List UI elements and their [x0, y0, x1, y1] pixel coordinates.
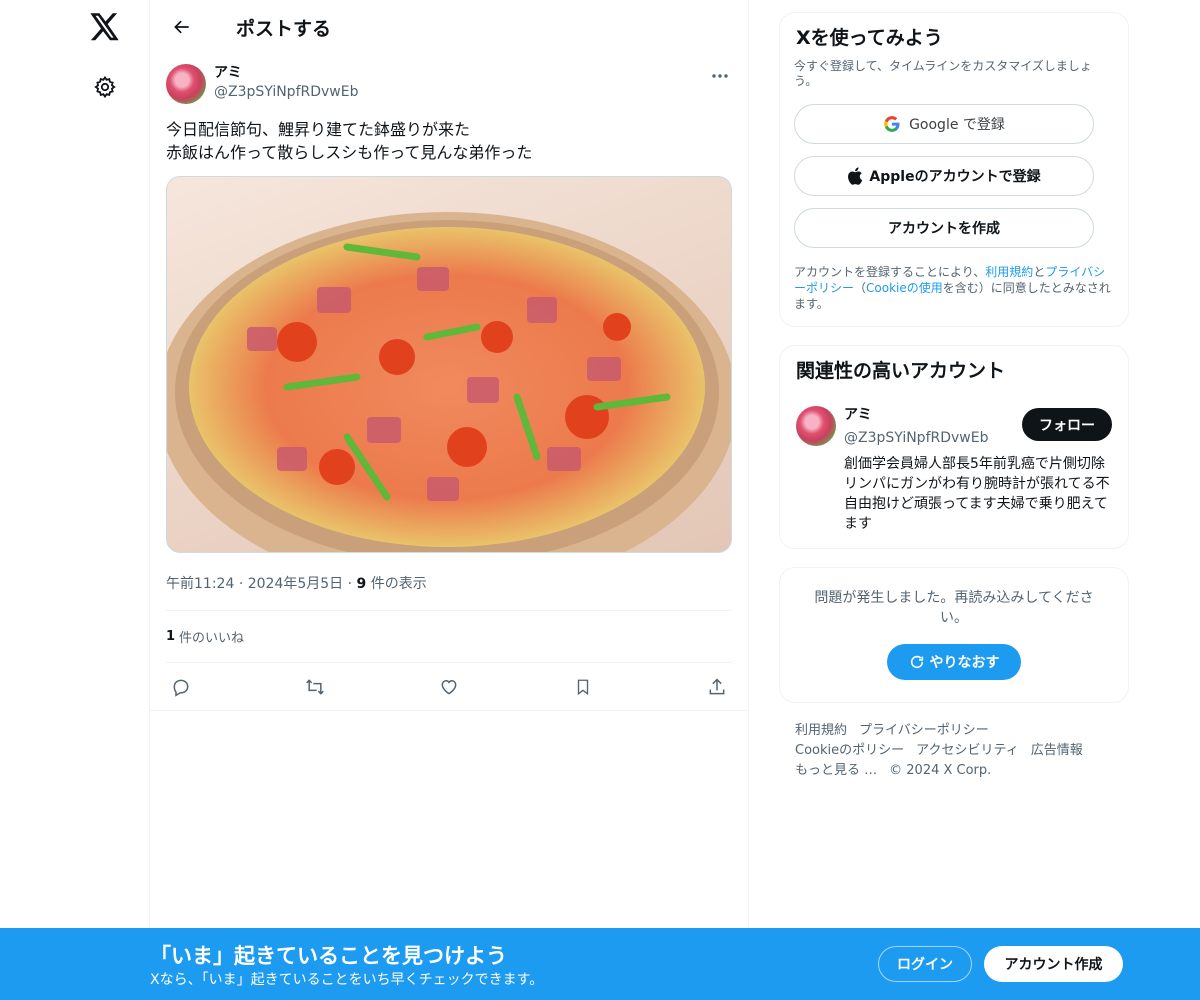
apple-icon	[848, 167, 863, 185]
share-icon[interactable]	[706, 676, 728, 698]
related-account-bio: 創価学会員婦人部長5年前乳癌で片側切除リンパにガンがわ有り腕時計が張れてる不自由…	[844, 456, 1110, 532]
footer-terms-link[interactable]: 利用規約	[795, 723, 847, 738]
legal-text: アカウントを登録することにより、利用規約とプライバシーポリシー（Cookieの使…	[794, 264, 1114, 312]
post: アミ @Z3pSYiNpfRDvwEb 今日配信節句、鯉昇り建てた鉢盛りが来た …	[150, 54, 748, 711]
likes-label: 件のいいね	[179, 631, 245, 646]
google-signup-label: Google で登録	[909, 117, 1005, 133]
avatar[interactable]	[796, 406, 836, 446]
signup-banner: 「いま」起きていることを見つけよう Xなら、「いま」起きていることをいち早くチェ…	[0, 928, 1200, 1000]
more-icon[interactable]	[708, 66, 732, 86]
login-button[interactable]: ログイン	[878, 946, 972, 982]
post-date[interactable]: 2024年5月5日	[248, 576, 343, 592]
signup-subtitle: 今すぐ登録して、タイムラインをカスタマイズしましょう。	[794, 59, 1092, 88]
footer-links: 利用規約 プライバシーポリシー Cookieのポリシー アクセシビリティ 広告情報 も…	[779, 721, 1129, 781]
copyright: © 2024 X Corp.	[889, 763, 992, 778]
related-account[interactable]: アミ @Z3pSYiNpfRDvwEb 創価学会員婦人部長5年前乳癌で片側切除リ…	[794, 406, 1114, 534]
banner-title: 「いま」起きていることを見つけよう	[150, 944, 507, 968]
footer-cookie-link[interactable]: Cookieのポリシー	[795, 743, 904, 758]
footer-more-link[interactable]: もっと見る …	[795, 763, 877, 778]
reply-icon[interactable]	[170, 676, 192, 698]
post-text: 今日配信節句、鯉昇り建てた鉢盛りが来た 赤飯はん作って散らしスシも作って見んな弟…	[166, 120, 533, 162]
follow-button[interactable]: フォロー	[1022, 408, 1112, 441]
likes-row[interactable]: 1 件のいいね	[166, 611, 732, 663]
error-card: 問題が発生しました。再読み込みしてください。 やりなおす	[779, 567, 1129, 703]
likes-count: 1	[166, 629, 176, 644]
apple-signup-label: Appleのアカウントで登録	[869, 169, 1041, 185]
meta-separator: ·	[347, 576, 353, 592]
related-accounts-card: 関連性の高いアカウント アミ @Z3pSYiNpfRDvwEb 創価学会員婦人部…	[779, 345, 1129, 549]
meta-separator: ·	[238, 576, 244, 592]
post-time[interactable]: 午前11:24	[166, 576, 234, 592]
views-count: 9	[356, 576, 367, 592]
post-image[interactable]	[166, 176, 732, 553]
bookmark-icon[interactable]	[572, 676, 594, 698]
related-title: 関連性の高いアカウント	[796, 360, 1006, 382]
main-column: ポストする アミ @Z3pSYiNpfRDvwEb 今日配信節句、鯉昇り建てた鉢…	[150, 0, 749, 1000]
legal-text-part: アカウントを登録することにより、	[794, 265, 986, 279]
footer-privacy-link[interactable]: プライバシーポリシー	[859, 723, 989, 738]
create-account-label: アカウントを作成	[888, 221, 1000, 237]
post-author: アミ @Z3pSYiNpfRDvwEb	[166, 64, 732, 110]
error-message: 問題が発生しました。再読み込みしてください。	[814, 590, 1094, 626]
google-signup-button[interactable]: Google で登録	[794, 104, 1094, 144]
repost-icon[interactable]	[304, 676, 326, 698]
banner-signup-button[interactable]: アカウント作成	[984, 946, 1123, 982]
signup-title: Xを使ってみよう	[796, 27, 943, 49]
page: ポストする アミ @Z3pSYiNpfRDvwEb 今日配信節句、鯉昇り建てた鉢…	[0, 0, 1200, 1000]
retry-button[interactable]: やりなおす	[887, 644, 1021, 680]
post-actions	[150, 663, 748, 711]
cookie-link[interactable]: Cookieの使用	[866, 281, 943, 295]
footer-accessibility-link[interactable]: アクセシビリティ	[916, 743, 1019, 758]
avatar[interactable]	[166, 64, 206, 104]
left-nav	[0, 0, 150, 1000]
signup-card: Xを使ってみよう 今すぐ登録して、タイムラインをカスタマイズしましょう。 Goo…	[779, 12, 1129, 327]
views-label: 件の表示	[370, 576, 427, 592]
like-icon[interactable]	[438, 676, 460, 698]
create-account-button[interactable]: アカウントを作成	[794, 208, 1094, 248]
terms-link[interactable]: 利用規約	[985, 265, 1033, 279]
legal-text-part: と	[1033, 265, 1046, 279]
gear-icon[interactable]	[90, 72, 120, 102]
back-arrow-icon[interactable]	[164, 9, 200, 45]
footer-ads-link[interactable]: 広告情報	[1031, 743, 1083, 758]
author-name[interactable]: アミ	[214, 64, 358, 83]
page-title: ポストする	[236, 17, 332, 40]
retry-label: やりなおす	[929, 655, 1000, 671]
apple-signup-button[interactable]: Appleのアカウントで登録	[794, 156, 1094, 196]
banner-subtitle: Xなら、「いま」起きていることをいち早くチェックできます。	[150, 972, 544, 988]
author-handle[interactable]: @Z3pSYiNpfRDvwEb	[214, 83, 358, 102]
right-sidebar: Xを使ってみよう 今すぐ登録して、タイムラインをカスタマイズしましょう。 Goo…	[779, 12, 1129, 781]
top-bar: ポストする	[150, 0, 748, 54]
legal-text-part: （	[854, 281, 867, 295]
google-icon	[884, 116, 900, 132]
post-meta: 午前11:24 · 2024年5月5日 · 9 件の表示	[166, 573, 732, 611]
refresh-icon	[910, 655, 923, 669]
x-logo-icon[interactable]	[88, 10, 122, 44]
